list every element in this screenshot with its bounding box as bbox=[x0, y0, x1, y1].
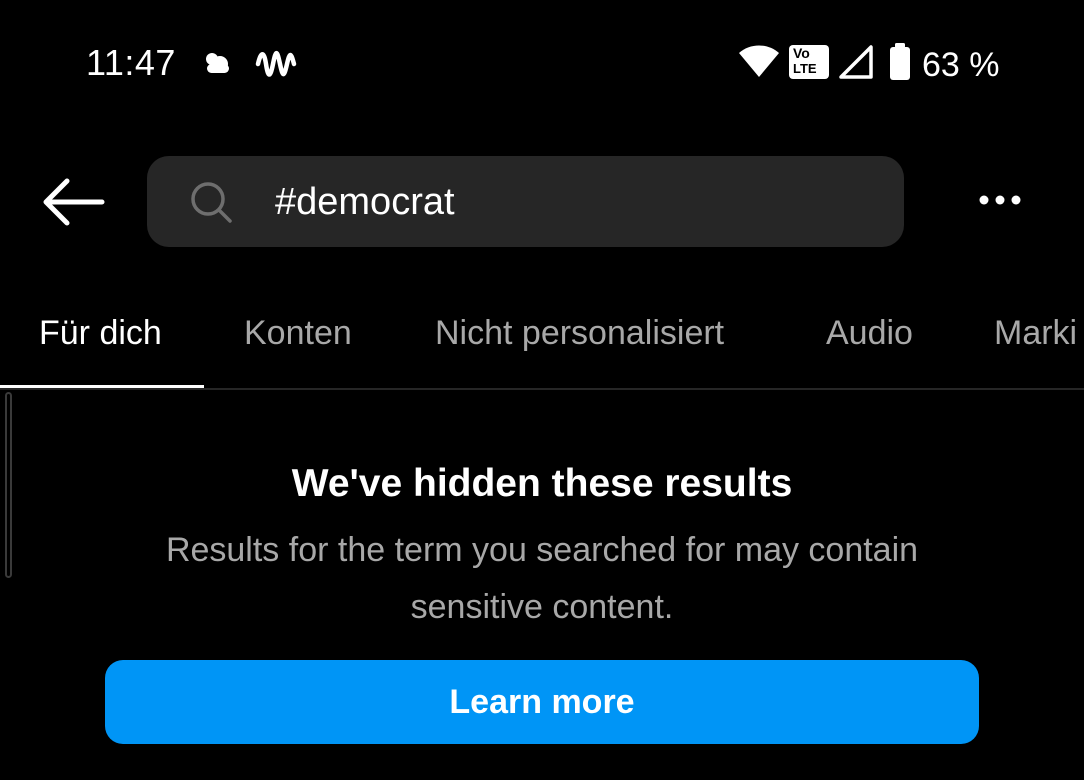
hidden-results-description: Results for the term you searched for ma… bbox=[165, 531, 919, 626]
search-input[interactable]: #democrat bbox=[147, 156, 904, 247]
search-query[interactable]: #democrat bbox=[275, 178, 455, 226]
volte-label-bottom: LTE bbox=[793, 61, 817, 76]
search-icon bbox=[191, 182, 232, 223]
volte-label-top: Vo bbox=[793, 45, 810, 61]
tab-nicht-personalisiert[interactable]: Nicht personalisiert bbox=[435, 312, 724, 354]
tabs-divider bbox=[0, 388, 1084, 390]
tab-audio[interactable]: Audio bbox=[826, 312, 913, 354]
weather-cloud-icon bbox=[206, 53, 229, 73]
more-horizontal-icon[interactable] bbox=[968, 180, 1032, 220]
learn-more-button[interactable]: Learn more bbox=[105, 660, 979, 744]
tab-fuer-dich[interactable]: Für dich bbox=[39, 312, 162, 354]
arrow-left-icon[interactable] bbox=[40, 172, 106, 232]
battery-icon bbox=[890, 43, 910, 80]
battery-percent: 63 % bbox=[922, 46, 1000, 84]
wifi-icon bbox=[739, 45, 779, 77]
audio-wave-icon bbox=[255, 50, 297, 77]
status-time: 11:47 bbox=[86, 42, 176, 83]
search-tabs: Für dich Konten Nicht personalisiert Aud… bbox=[0, 296, 1084, 390]
volte-icon: Vo LTE bbox=[789, 45, 829, 79]
cell-signal-icon bbox=[839, 45, 873, 79]
status-bar: 11:47 Vo LTE 63 % bbox=[0, 0, 1084, 130]
hidden-results-title: We've hidden these results bbox=[291, 462, 793, 505]
tab-konten[interactable]: Konten bbox=[244, 312, 352, 354]
tab-markiert[interactable]: Marki bbox=[994, 312, 1077, 354]
